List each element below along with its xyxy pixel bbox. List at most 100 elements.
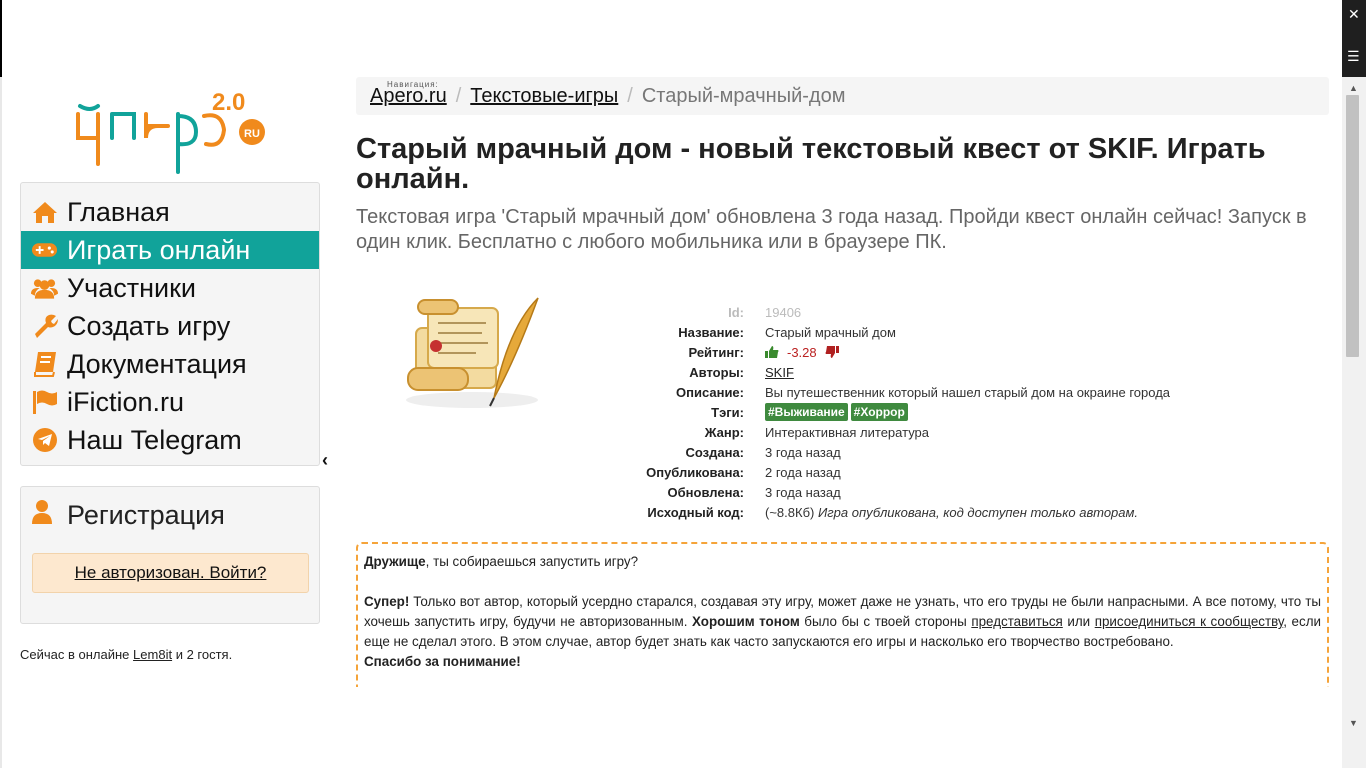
breadcrumb-separator: /	[455, 85, 462, 107]
close-icon[interactable]: ✕	[1348, 6, 1360, 23]
info-name-value: Старый мрачный дом	[765, 324, 896, 340]
online-prefix: Сейчас в онлайне	[20, 647, 130, 662]
top-strip: ✕ ☰	[0, 0, 1366, 77]
source-size: (~8.8Кб)	[765, 504, 815, 520]
rating-value: -3.28	[787, 344, 817, 360]
info-row-rating: Рейтинг: -3.28	[590, 342, 1170, 362]
sidebar-item-label: Играть онлайн	[67, 234, 251, 265]
thumbs-down-icon[interactable]	[825, 346, 839, 358]
window-controls: ✕ ☰	[1342, 0, 1366, 77]
sidebar-item-create[interactable]: Создать игру	[21, 307, 319, 345]
info-label: Id:	[728, 304, 744, 320]
online-suffix: и 2 гостя.	[175, 647, 233, 662]
info-label: Рейтинг:	[688, 344, 744, 360]
online-user-link[interactable]: Lem8it	[133, 647, 172, 662]
flag-icon	[31, 389, 58, 416]
notice-question: , ты собираешься запустить игру?	[425, 554, 639, 569]
info-label: Создана:	[685, 444, 744, 460]
left-edge	[0, 77, 2, 768]
sidebar-item-label: Главная	[67, 196, 170, 227]
info-label: Опубликована:	[646, 464, 744, 480]
info-row-genre: Жанр: Интерактивная литература	[590, 422, 1170, 442]
registration-panel: Регистрация Не авторизован. Войти?	[20, 486, 320, 624]
home-icon	[31, 199, 58, 226]
info-row-source: Исходный код: (~8.8Кб) Игра опубликована…	[590, 502, 1170, 522]
info-label: Описание:	[676, 384, 744, 400]
sidebar-item-play[interactable]: Играть онлайн	[21, 231, 319, 269]
info-row-authors: Авторы: SKIF	[590, 362, 1170, 382]
info-published-value: 2 года назад	[765, 464, 841, 480]
sidebar-item-home[interactable]: Главная	[21, 193, 319, 231]
logo-version: 2.0	[212, 89, 245, 116]
author-link[interactable]: SKIF	[765, 365, 794, 380]
user-icon	[31, 499, 58, 532]
info-row-created: Создана: 3 года назад	[590, 442, 1170, 462]
gamepad-icon	[31, 237, 58, 264]
scrollbar-thumb[interactable]	[1346, 95, 1359, 357]
registration-title: Регистрация	[67, 499, 225, 530]
info-description-value: Вы путешественник который нашел старый д…	[765, 384, 1171, 400]
sidebar-item-users[interactable]: Участники	[21, 269, 319, 307]
info-label: Жанр:	[704, 424, 744, 440]
page-title: Старый мрачный дом - новый текстовый кве…	[356, 133, 1266, 195]
source-note: Игра опубликована, код доступен только а…	[817, 504, 1139, 520]
sidebar-item-label: Наш Telegram	[67, 424, 242, 455]
sidebar-menu: Главная Играть онлайн Участники Создать …	[20, 182, 320, 466]
info-label: Исходный код:	[647, 504, 744, 520]
info-row-published: Опубликована: 2 года назад	[590, 462, 1170, 482]
sidebar-item-label: iFiction.ru	[67, 386, 185, 417]
login-button[interactable]: Не авторизован. Войти?	[32, 553, 309, 593]
game-info: Id: 19406 Название: Старый мрачный дом Р…	[590, 302, 1170, 522]
info-label: Авторы:	[689, 364, 744, 380]
scrollbar[interactable]: ▲ ▼	[1342, 77, 1366, 768]
introduce-link[interactable]: представиться	[971, 614, 1062, 629]
menu-icon[interactable]: ☰	[1347, 48, 1360, 65]
notice-text: было бы с твоей стороны	[799, 614, 972, 629]
tag-badge[interactable]: #Хоррор	[850, 403, 908, 421]
notice-greeting: Дружище	[364, 554, 426, 569]
info-label: Обновлена:	[667, 484, 744, 500]
users-icon	[31, 275, 58, 302]
info-row-tags: Тэги: #Выживание #Хоррор	[590, 402, 1170, 422]
login-notice: Дружище, ты собираешься запустить игру? …	[356, 542, 1329, 692]
notice-thanks: Спасибо за понимание!	[364, 654, 521, 669]
sidebar-item-label: Создать игру	[67, 310, 231, 341]
wrench-icon	[31, 313, 58, 340]
sidebar-item-label: Участники	[67, 272, 196, 303]
notice-bold: Супер!	[364, 594, 410, 609]
join-community-link[interactable]: присоединиться к сообществу	[1095, 614, 1284, 629]
logo-tld: RU	[244, 128, 260, 140]
breadcrumb-text-games-link[interactable]: Текстовые-игры	[470, 85, 618, 107]
info-genre-value: Интерактивная литература	[765, 424, 930, 440]
breadcrumb-home-link[interactable]: Apero.ru	[370, 85, 447, 107]
browser-viewport: ✕ ☰ ▲ ▼ 2.0 RU Главная Играть онлайн Уча…	[0, 0, 1366, 768]
info-created-value: 3 года назад	[765, 444, 841, 460]
sidebar-item-ifiction[interactable]: iFiction.ru	[21, 383, 319, 421]
registration-header[interactable]: Регистрация	[31, 497, 309, 533]
info-label: Тэги:	[711, 404, 744, 420]
sidebar-item-docs[interactable]: Документация	[21, 345, 319, 383]
scroll-down-icon[interactable]: ▼	[1349, 718, 1358, 728]
sidebar-item-label: Документация	[67, 348, 247, 379]
scroll-up-icon[interactable]: ▲	[1349, 83, 1358, 93]
page-bottom-area	[350, 687, 1340, 768]
info-id-value: 19406	[765, 304, 802, 320]
info-updated-value: 3 года назад	[765, 484, 841, 500]
thumbs-up-icon[interactable]	[765, 346, 779, 358]
info-label: Название:	[678, 324, 744, 340]
page-lead: Текстовая игра 'Старый мрачный дом' обно…	[356, 206, 1307, 253]
info-row-updated: Обновлена: 3 года назад	[590, 482, 1170, 502]
game-cover-image	[406, 297, 539, 408]
breadcrumb: Навигация: Apero.ru / Текстовые-игры / Стары…	[356, 77, 1329, 115]
info-row-name: Название: Старый мрачный дом	[590, 322, 1170, 342]
sidebar-item-telegram[interactable]: Наш Telegram	[21, 421, 319, 459]
book-icon	[31, 351, 58, 378]
apero-logo[interactable]: 2.0 RU	[72, 86, 272, 176]
window-edge	[0, 0, 2, 77]
info-row-description: Описание: Вы путешественник который наше…	[590, 382, 1170, 402]
breadcrumb-separator: /	[627, 85, 633, 107]
collapse-sidebar-button[interactable]: ‹	[322, 450, 328, 471]
notice-text: или	[1062, 614, 1095, 629]
notice-bold: Хорошим тоном	[692, 614, 800, 629]
tag-badge[interactable]: #Выживание	[765, 403, 848, 421]
